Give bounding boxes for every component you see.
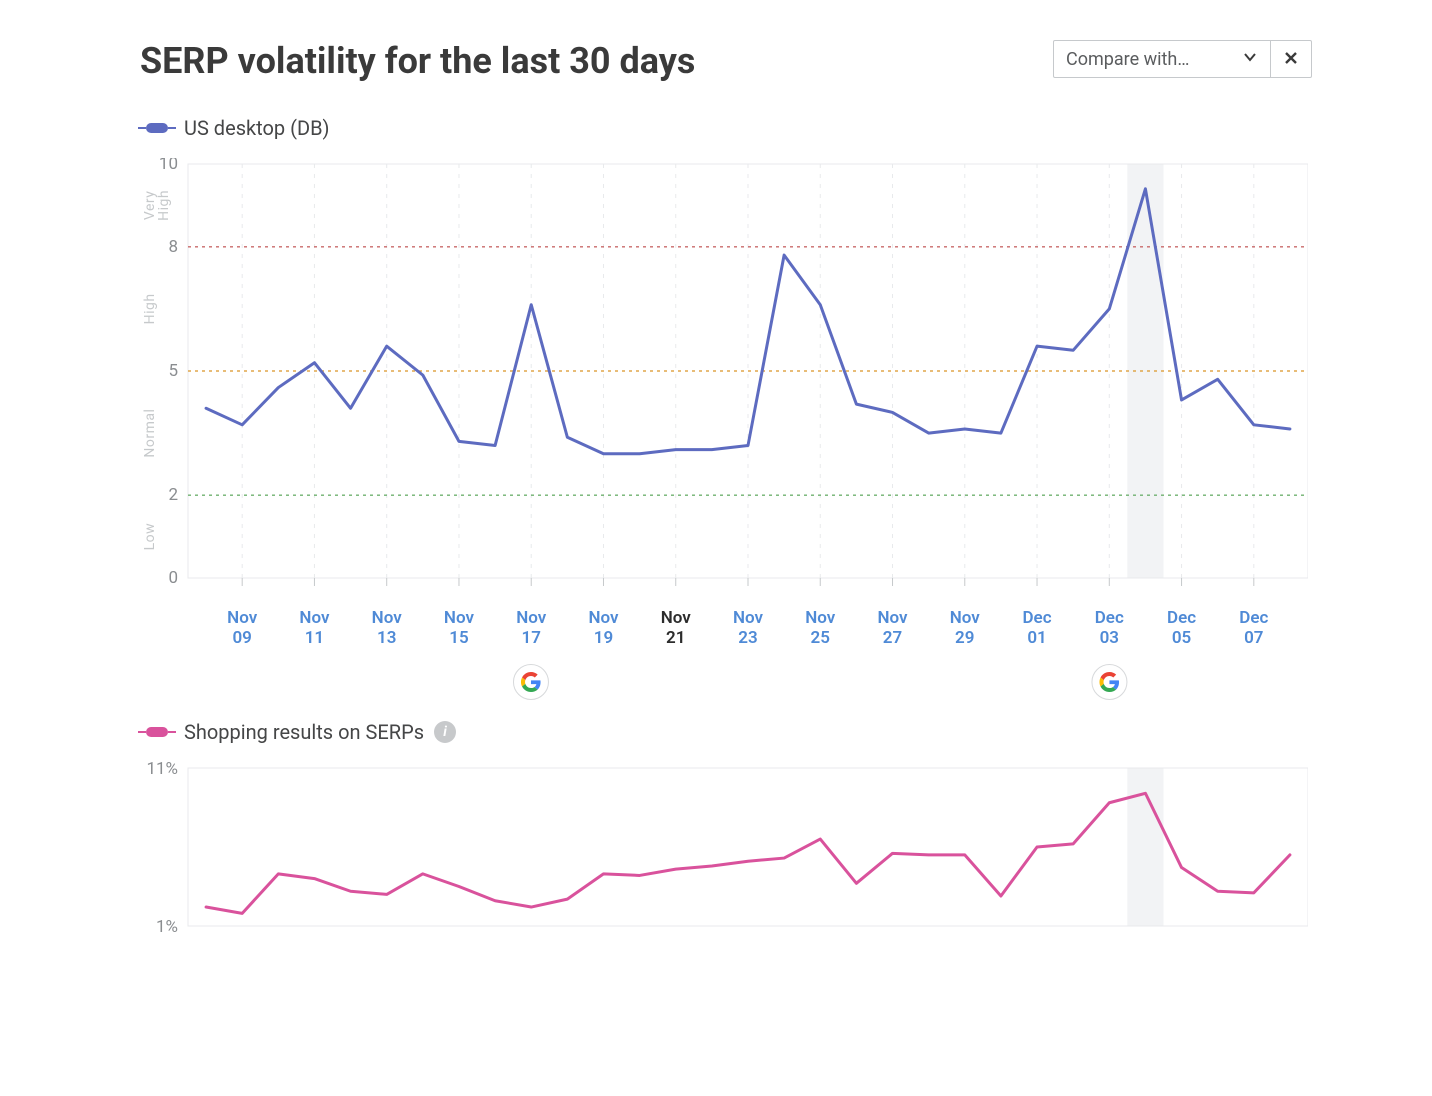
svg-text:0: 0 [168,568,178,588]
x-axis-tick[interactable]: Dec07 [1239,608,1268,648]
svg-text:Low: Low [142,523,158,551]
x-axis-tick[interactable]: Nov17 [516,608,546,648]
x-axis-tick[interactable]: Nov15 [444,608,474,648]
legend-sub[interactable]: Shopping results on SERPs i [146,720,1312,744]
x-axis-tick[interactable]: Dec03 [1095,608,1124,648]
google-update-icon[interactable] [513,664,549,700]
compare-select-label: Compare with… [1066,49,1189,70]
legend-main[interactable]: US desktop (DB) [146,116,1312,140]
x-axis-tick[interactable]: Dec01 [1022,608,1051,648]
svg-text:1%: 1% [156,917,178,932]
legend-main-label: US desktop (DB) [184,116,330,140]
google-update-icon[interactable] [1091,664,1127,700]
x-axis-tick[interactable]: Nov27 [877,608,907,648]
x-axis-tick[interactable]: Nov13 [372,608,402,648]
svg-text:5: 5 [168,361,178,381]
compare-select[interactable]: Compare with… [1053,40,1271,78]
svg-text:8: 8 [168,237,178,257]
x-axis-tick[interactable]: Dec05 [1167,608,1196,648]
x-axis-tick[interactable]: Nov19 [588,608,618,648]
x-axis-tick[interactable]: Nov09 [227,608,257,648]
chevron-down-icon [1242,49,1258,70]
svg-text:Normal: Normal [142,409,158,458]
legend-swatch-icon [146,727,168,737]
compare-close-button[interactable] [1271,40,1312,78]
info-icon[interactable]: i [434,721,456,743]
svg-text:High: High [142,293,158,324]
legend-sub-label: Shopping results on SERPs [184,720,424,744]
svg-text:2: 2 [168,485,178,505]
svg-text:10: 10 [159,158,178,174]
main-chart[interactable]: 025810LowNormalHighVeryHigh Nov09Nov11No… [140,158,1312,680]
x-axis-tick[interactable]: Nov29 [950,608,980,648]
legend-swatch-icon [146,123,168,133]
close-icon [1283,47,1299,71]
sub-chart[interactable]: 11% 1% [140,762,1312,932]
svg-text:High: High [156,190,172,221]
x-axis-tick[interactable]: Nov21 [661,608,691,648]
x-axis-tick[interactable]: Nov11 [299,608,329,648]
x-axis-tick[interactable]: Nov25 [805,608,835,648]
svg-text:11%: 11% [146,762,178,779]
x-axis-tick[interactable]: Nov23 [733,608,763,648]
compare-controls: Compare with… [1053,40,1312,78]
page-title: SERP volatility for the last 30 days [140,40,695,82]
